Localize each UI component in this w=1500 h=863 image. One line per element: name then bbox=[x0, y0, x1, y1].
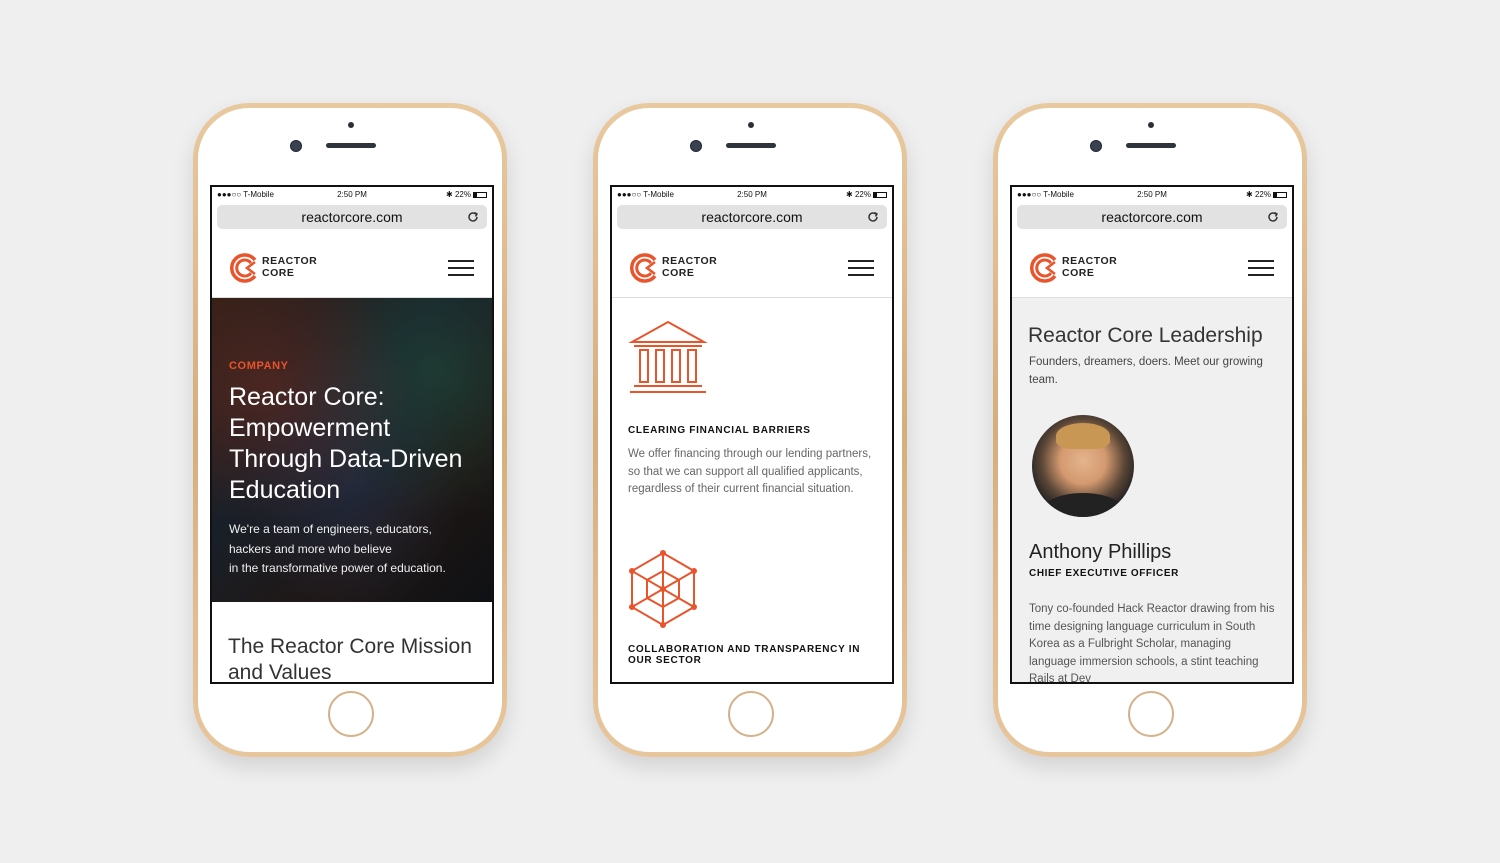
logo-line-2: CORE bbox=[1062, 267, 1095, 279]
hero-eyebrow: COMPANY bbox=[229, 360, 289, 372]
earpiece-speaker bbox=[1126, 143, 1176, 148]
hero-body-line: We're a team of engineers, educators, bbox=[229, 522, 432, 536]
mission-heading: The Reactor Core Mission and Values bbox=[228, 635, 472, 684]
battery-icon bbox=[473, 191, 487, 198]
site-header: REACTOR CORE bbox=[212, 239, 492, 298]
bluetooth-icon: ✱ bbox=[846, 190, 855, 199]
phone-frame-3: ●●●○○ T-Mobile 2:50 PM ✱ 22% reactorcore… bbox=[993, 103, 1307, 757]
address-bar[interactable]: reactorcore.com bbox=[1017, 205, 1287, 229]
leadership-section: Reactor Core Leadership Founders, dreame… bbox=[1012, 298, 1292, 684]
site-header: REACTOR CORE bbox=[612, 239, 892, 298]
url-text: reactorcore.com bbox=[301, 209, 403, 225]
feature-block: CLEARING FINANCIAL BARRIERS We offer fin… bbox=[612, 298, 892, 499]
reload-icon[interactable] bbox=[466, 210, 480, 224]
battery-icon bbox=[873, 191, 887, 198]
front-camera bbox=[690, 140, 702, 152]
reactor-core-logo-icon[interactable] bbox=[1028, 251, 1062, 285]
hamburger-menu-icon[interactable] bbox=[448, 260, 474, 276]
home-button[interactable] bbox=[728, 691, 774, 737]
logo-line-2: CORE bbox=[662, 267, 695, 279]
feature-title: COLLABORATION AND TRANSPARENCY IN OUR SE… bbox=[628, 643, 861, 666]
logo-wordmark[interactable]: REACTOR CORE bbox=[662, 255, 717, 279]
bank-columns-icon bbox=[628, 320, 708, 393]
url-text: reactorcore.com bbox=[701, 209, 803, 225]
bluetooth-icon: ✱ bbox=[1246, 190, 1255, 199]
home-button[interactable] bbox=[328, 691, 374, 737]
address-bar[interactable]: reactorcore.com bbox=[617, 205, 887, 229]
hero-title: Reactor Core: Empowerment Through Data-D… bbox=[229, 383, 463, 504]
feature-title: CLEARING FINANCIAL BARRIERS bbox=[628, 425, 811, 436]
screen: ●●●○○ T-Mobile 2:50 PM ✱ 22% reactorcore… bbox=[610, 185, 894, 684]
url-text: reactorcore.com bbox=[1101, 209, 1203, 225]
leader-role: CHIEF EXECUTIVE OFFICER bbox=[1029, 568, 1179, 579]
hamburger-menu-icon[interactable] bbox=[848, 260, 874, 276]
phone-frame-2: ●●●○○ T-Mobile 2:50 PM ✱ 22% reactorcore… bbox=[593, 103, 907, 757]
hero-body-line: hackers and more who believe bbox=[229, 541, 392, 556]
logo-line-1: REACTOR bbox=[662, 255, 718, 267]
status-bar: ●●●○○ T-Mobile 2:50 PM ✱ 22% bbox=[612, 187, 892, 203]
hexagon-network-icon bbox=[629, 549, 697, 628]
feature-body: We offer financing through our lending p… bbox=[628, 448, 872, 495]
reactor-core-logo-icon[interactable] bbox=[228, 251, 262, 285]
logo-wordmark[interactable]: REACTOR CORE bbox=[1062, 255, 1117, 279]
battery-percent: 22% bbox=[1254, 190, 1271, 199]
site-header: REACTOR CORE bbox=[1012, 239, 1292, 298]
address-bar[interactable]: reactorcore.com bbox=[217, 205, 487, 229]
battery-indicator: ✱ 22% bbox=[846, 190, 887, 199]
feature-block: COLLABORATION AND TRANSPARENCY IN OUR SE… bbox=[612, 499, 892, 666]
bluetooth-icon: ✱ bbox=[446, 190, 455, 199]
home-button[interactable] bbox=[1128, 691, 1174, 737]
hero-banner: COMPANY Reactor Core: Empowerment Throug… bbox=[212, 298, 492, 602]
leadership-subtitle: Founders, dreamers, doers. Meet our grow… bbox=[1029, 356, 1263, 386]
logo-wordmark[interactable]: REACTOR CORE bbox=[262, 255, 317, 279]
front-camera bbox=[290, 140, 302, 152]
screen: ●●●○○ T-Mobile 2:50 PM ✱ 22% reactorcore… bbox=[210, 185, 494, 684]
logo-line-1: REACTOR bbox=[1062, 255, 1118, 267]
status-bar: ●●●○○ T-Mobile 2:50 PM ✱ 22% bbox=[1012, 187, 1292, 203]
front-camera bbox=[1090, 140, 1102, 152]
reload-icon[interactable] bbox=[866, 210, 880, 224]
logo-line-1: REACTOR bbox=[262, 255, 318, 267]
avatar[interactable] bbox=[1032, 415, 1134, 517]
phone-frame-1: ●●●○○ T-Mobile 2:50 PM ✱ 22% reactorcore… bbox=[193, 103, 507, 757]
battery-icon bbox=[1273, 191, 1287, 198]
logo-line-2: CORE bbox=[262, 267, 295, 279]
battery-indicator: ✱ 22% bbox=[1246, 190, 1287, 199]
leadership-title: Reactor Core Leadership bbox=[1028, 324, 1263, 347]
battery-percent: 22% bbox=[454, 190, 471, 199]
screen: ●●●○○ T-Mobile 2:50 PM ✱ 22% reactorcore… bbox=[1010, 185, 1294, 684]
earpiece-speaker bbox=[326, 143, 376, 148]
hamburger-menu-icon[interactable] bbox=[1248, 260, 1274, 276]
leader-name: Anthony Phillips bbox=[1029, 541, 1172, 563]
leader-bio: Tony co-founded Hack Reactor drawing fro… bbox=[1029, 603, 1275, 684]
proximity-sensor bbox=[748, 122, 754, 128]
hero-body-line: in the transformative power of education… bbox=[229, 561, 446, 575]
reload-icon[interactable] bbox=[1266, 210, 1280, 224]
proximity-sensor bbox=[348, 122, 354, 128]
phone-bezel: ●●●○○ T-Mobile 2:50 PM ✱ 22% reactorcore… bbox=[998, 108, 1302, 752]
battery-indicator: ✱ 22% bbox=[446, 190, 487, 199]
phone-bezel: ●●●○○ T-Mobile 2:50 PM ✱ 22% reactorcore… bbox=[198, 108, 502, 752]
status-bar: ●●●○○ T-Mobile 2:50 PM ✱ 22% bbox=[212, 187, 492, 203]
earpiece-speaker bbox=[726, 143, 776, 148]
reactor-core-logo-icon[interactable] bbox=[628, 251, 662, 285]
proximity-sensor bbox=[1148, 122, 1154, 128]
battery-percent: 22% bbox=[854, 190, 871, 199]
hero-body: We're a team of engineers, educators, ha… bbox=[229, 520, 478, 579]
phone-bezel: ●●●○○ T-Mobile 2:50 PM ✱ 22% reactorcore… bbox=[598, 108, 902, 752]
